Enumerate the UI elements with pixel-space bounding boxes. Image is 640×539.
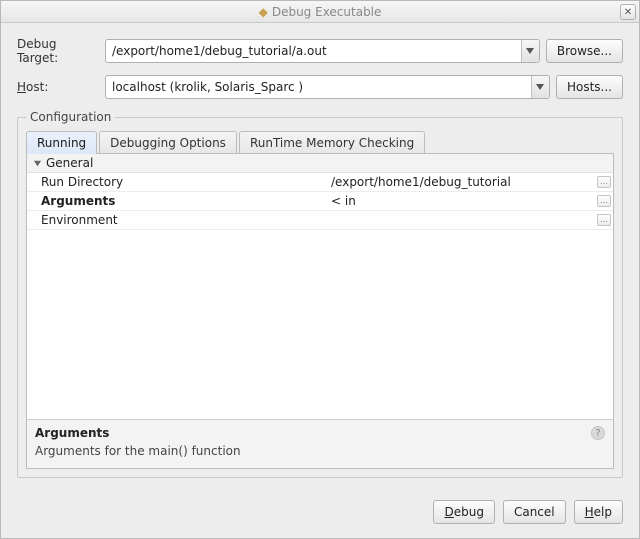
property-description-panel: ? Arguments Arguments for the main() fun… [27,419,613,468]
property-description-title: Arguments [35,426,605,440]
property-name: Run Directory [27,173,327,191]
property-name: Environment [27,211,327,229]
window-title-text: Debug Executable [272,5,382,19]
configuration-legend: Configuration [26,110,115,124]
window-title: ◆ Debug Executable [1,5,639,19]
titlebar: ◆ Debug Executable ✕ [1,1,639,23]
debug-target-combo[interactable]: /export/home1/debug_tutorial/a.out [105,39,540,63]
debug-button[interactable]: Debug [433,500,494,524]
property-value[interactable]: /export/home1/debug_tutorial [327,173,595,191]
property-description-text: Arguments for the main() function [35,444,605,458]
ellipsis-icon: … [597,195,611,207]
debug-executable-dialog: ◆ Debug Executable ✕ Debug Target: /expor… [0,0,640,539]
triangle-down-icon [33,159,42,168]
debug-target-label: Debug Target: [17,37,99,65]
chevron-down-icon [536,84,544,90]
close-icon: ✕ [624,7,632,18]
property-value[interactable] [327,211,595,229]
property-row-arguments[interactable]: Arguments < in … [27,192,613,211]
host-dropdown-button[interactable] [531,76,549,98]
host-combo[interactable]: localhost (krolik, Solaris_Sparc ) [105,75,550,99]
cancel-button[interactable]: Cancel [503,500,566,524]
property-edit-button[interactable]: … [595,211,613,229]
property-edit-button[interactable]: … [595,192,613,210]
tab-running[interactable]: Running [26,131,97,154]
property-value[interactable]: < in [327,192,595,210]
host-value: localhost (krolik, Solaris_Sparc ) [106,80,531,94]
configuration-fieldset: Configuration Running Debugging Options … [17,117,623,478]
debug-target-dropdown-button[interactable] [521,40,539,62]
dialog-content: Debug Target: /export/home1/debug_tutori… [1,23,639,488]
host-row: Host: localhost (krolik, Solaris_Sparc )… [17,75,623,99]
help-icon[interactable]: ? [591,426,605,440]
property-row-run-directory[interactable]: Run Directory /export/home1/debug_tutori… [27,173,613,192]
browse-button[interactable]: Browse... [546,39,623,63]
window-close-button[interactable]: ✕ [620,4,636,20]
chevron-down-icon [526,48,534,54]
dialog-button-bar: Debug Cancel Help [1,488,639,538]
property-group-general[interactable]: General [27,154,613,173]
configuration-tabstrip: Running Debugging Options RunTime Memory… [26,128,614,154]
ellipsis-icon: … [597,214,611,226]
property-table-empty-area [27,230,613,419]
tab-runtime-memory-checking[interactable]: RunTime Memory Checking [239,131,425,154]
debug-target-row: Debug Target: /export/home1/debug_tutori… [17,37,623,65]
running-panel: General Run Directory /export/home1/debu… [26,153,614,469]
host-label: Host: [17,80,99,94]
ellipsis-icon: … [597,176,611,188]
property-group-general-label: General [46,156,93,170]
hosts-button[interactable]: Hosts... [556,75,623,99]
property-name: Arguments [27,192,327,210]
property-row-environment[interactable]: Environment … [27,211,613,230]
debug-target-value: /export/home1/debug_tutorial/a.out [106,44,521,58]
property-edit-button[interactable]: … [595,173,613,191]
tab-debugging-options[interactable]: Debugging Options [99,131,237,154]
window-icon: ◆ [259,5,268,19]
help-button[interactable]: Help [574,500,623,524]
